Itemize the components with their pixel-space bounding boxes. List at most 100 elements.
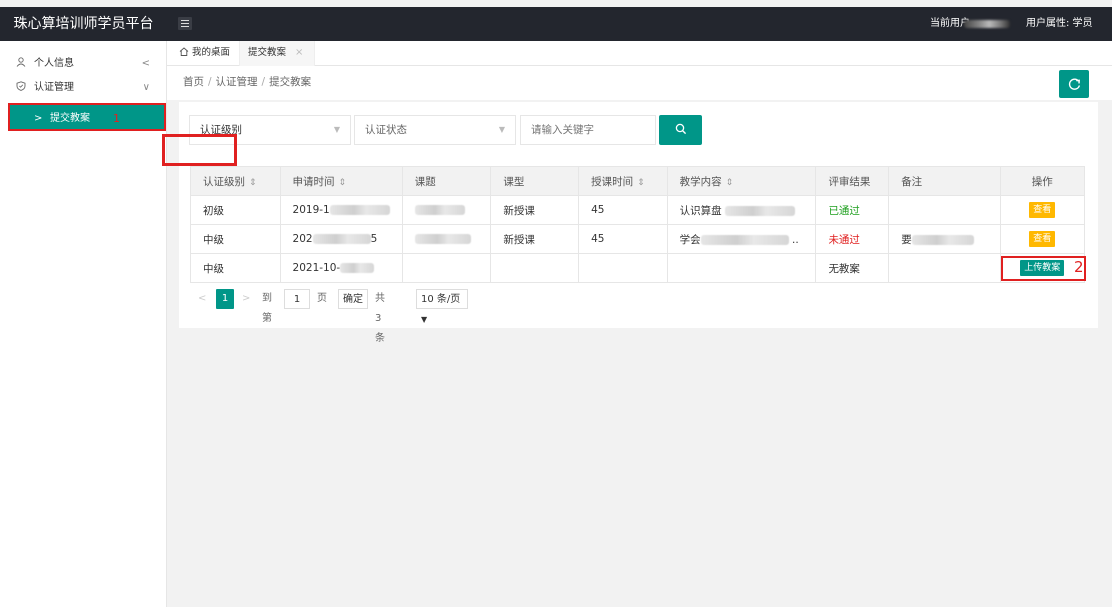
level-select-value: 认证级别 xyxy=(200,124,242,136)
cell-note xyxy=(888,253,1001,283)
hamburger-icon[interactable] xyxy=(178,17,192,30)
chevron-down-icon: ∨ xyxy=(142,82,150,93)
cell-result: 无教案 xyxy=(815,253,890,283)
breadcrumb-current: 提交教案 xyxy=(269,76,312,88)
cell-date: 2021-10- xyxy=(279,253,403,283)
caret-down-icon: ▼ xyxy=(498,125,505,134)
goto-confirm-button[interactable]: 确定 xyxy=(338,289,368,309)
cell-type xyxy=(490,253,580,283)
sidebar-item-profile[interactable]: 个人信息 < xyxy=(0,53,166,75)
tab-label: 我的桌面 xyxy=(192,47,231,58)
col-header-note: 备注 xyxy=(888,166,1001,196)
cell-result: 已通过 xyxy=(815,195,890,225)
status-select-value: 认证状态 xyxy=(365,124,407,136)
page-size-select[interactable]: 10 条/页 ▼ xyxy=(416,289,468,324)
goto-label: 到第 xyxy=(262,293,272,324)
sidebar-item-label: 个人信息 xyxy=(34,58,74,69)
table-row: 中级 202 5 新授课 45 学会 .. 未通过 要 查看 xyxy=(190,224,1086,254)
col-header-duration[interactable]: 授课时间 ⇕ xyxy=(578,166,668,196)
cell-content xyxy=(666,253,817,283)
app-title: 珠心算培训师学员平台 xyxy=(13,16,154,32)
sidebar: 个人信息 < 认证管理 ∨ > 提交教案 1 xyxy=(0,41,167,607)
cell-action: 上传教案 xyxy=(999,253,1086,283)
caret-down-icon: ▼ xyxy=(333,125,340,134)
cell-date: 202 5 xyxy=(279,224,403,254)
level-select[interactable]: 认证级别 ▼ xyxy=(189,115,351,145)
search-button[interactable] xyxy=(659,115,702,145)
tab-bar: 我的桌面 提交教案 × xyxy=(167,41,1112,67)
close-icon[interactable]: × xyxy=(295,47,303,58)
sort-icon: ⇕ xyxy=(249,177,257,188)
user-role-label: 用户属性: 学员 xyxy=(1026,18,1093,29)
col-header-content[interactable]: 教学内容 ⇕ xyxy=(666,166,817,196)
cell-topic xyxy=(401,253,492,283)
cell-note: 要 xyxy=(888,224,1001,254)
table-header-row: 认证级别 ⇕ 申请时间 ⇕ 课题 课型 授课时间 ⇕ 教学内容 ⇕ 评审结果 备注 操作 xyxy=(190,166,1086,196)
cell-type: 新授课 xyxy=(490,195,580,225)
shield-icon xyxy=(16,77,26,99)
sort-icon: ⇕ xyxy=(637,177,645,188)
status-select[interactable]: 认证状态 ▼ xyxy=(354,115,516,145)
search-icon xyxy=(675,122,687,137)
breadcrumb-bar: 首页 / 认证管理 / 提交教案 xyxy=(167,66,1112,100)
cell-level: 中级 xyxy=(190,253,281,283)
user-icon xyxy=(16,53,26,75)
cell-note xyxy=(888,195,1001,225)
tab-label: 提交教案 xyxy=(248,47,287,58)
cell-action: 查看 xyxy=(999,195,1086,225)
goto-page-input[interactable]: 1 xyxy=(284,289,310,309)
lesson-plan-table: 认证级别 ⇕ 申请时间 ⇕ 课题 课型 授课时间 ⇕ 教学内容 ⇕ 评审结果 备注 操作… xyxy=(190,166,1086,283)
home-icon xyxy=(179,47,192,58)
table-row: 中级 2021-10- 无教案 上传教案 xyxy=(190,253,1086,283)
cell-duration xyxy=(578,253,668,283)
cell-level: 中级 xyxy=(190,224,281,254)
sidebar-item-submit-lesson-plan[interactable]: > 提交教案 1 xyxy=(8,103,166,131)
cell-duration: 45 xyxy=(578,224,668,254)
col-header-type: 课型 xyxy=(490,166,580,196)
refresh-button[interactable] xyxy=(1059,70,1089,98)
total-count: 共 3 条 xyxy=(375,293,385,344)
user-name-redacted xyxy=(964,20,1010,28)
chevron-left-icon: < xyxy=(141,58,150,69)
chevron-down-icon: ▼ xyxy=(421,315,428,324)
sidebar-item-label: 提交教案 xyxy=(50,113,90,124)
breadcrumb: 首页 / 认证管理 / 提交教案 xyxy=(183,76,312,88)
refresh-icon xyxy=(1068,75,1081,93)
sort-icon: ⇕ xyxy=(338,177,347,188)
col-header-action: 操作 xyxy=(999,166,1086,196)
cell-result: 未通过 xyxy=(815,224,890,254)
col-header-level[interactable]: 认证级别 ⇕ xyxy=(190,166,281,196)
col-header-topic: 课题 xyxy=(401,166,492,196)
keyword-input[interactable] xyxy=(520,115,656,145)
page-unit-label: 页 xyxy=(317,293,327,304)
chevron-right-icon: > xyxy=(34,113,43,124)
cell-topic xyxy=(401,195,492,225)
table-row: 初级 2019-1 新授课 45 认识算盘 已通过 查看 xyxy=(190,195,1086,225)
breadcrumb-certification[interactable]: 认证管理 xyxy=(216,76,258,88)
prev-page-button[interactable]: < xyxy=(198,289,206,309)
view-button[interactable]: 查看 xyxy=(1029,202,1056,218)
sidebar-item-certification[interactable]: 认证管理 ∨ xyxy=(0,77,166,99)
tab-home[interactable]: 我的桌面 xyxy=(171,41,238,66)
cell-content: 学会 .. xyxy=(666,224,817,254)
breadcrumb-home[interactable]: 首页 xyxy=(183,76,204,88)
cell-duration: 45 xyxy=(578,195,668,225)
upload-lesson-plan-button[interactable]: 上传教案 xyxy=(1020,260,1065,276)
col-header-result: 评审结果 xyxy=(815,166,890,196)
top-header: 珠心算培训师学员平台 当前用户 用户属性: 学员 xyxy=(0,7,1112,41)
cell-date: 2019-1 xyxy=(279,195,403,225)
view-button[interactable]: 查看 xyxy=(1029,231,1056,247)
cell-type: 新授课 xyxy=(490,224,580,254)
col-header-date[interactable]: 申请时间 ⇕ xyxy=(279,166,403,196)
next-page-button[interactable]: > xyxy=(242,289,250,309)
annotation-marker-2: 2 xyxy=(1074,258,1084,276)
annotation-marker-1: 1 xyxy=(113,112,120,125)
content-card: 认证级别 ▼ 认证状态 ▼ 认证级别⇕ 申请时间⇕ 课题 课型 授课时间⇕ 教学… xyxy=(162,102,1098,344)
page-number-current[interactable]: 1 xyxy=(216,289,234,309)
sidebar-item-label: 认证管理 xyxy=(34,82,74,93)
cell-action: 查看 xyxy=(999,224,1086,254)
cell-topic xyxy=(401,224,492,254)
tab-submit-lesson-plan[interactable]: 提交教案 × xyxy=(239,41,315,67)
sort-icon: ⇕ xyxy=(725,177,734,188)
cell-level: 初级 xyxy=(190,195,281,225)
